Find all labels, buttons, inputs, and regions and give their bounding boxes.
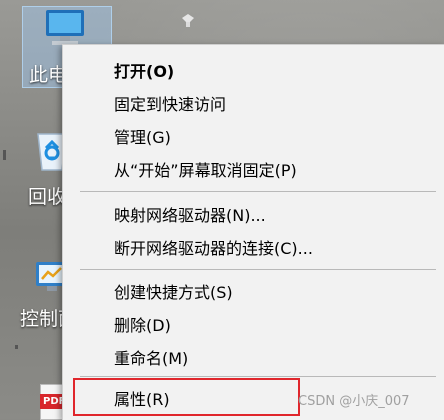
context-menu: 打开(O) 固定到快速访问 管理(G) 从“开始”屏幕取消固定(P) 映射网络驱… <box>62 44 444 420</box>
menu-item-label: 断开网络驱动器的连接(C)... <box>114 239 313 258</box>
desktop-dot <box>15 345 18 349</box>
menu-item-label: 管理(G) <box>114 128 171 147</box>
menu-separator <box>80 269 436 270</box>
menu-item-label: 创建快捷方式(S) <box>114 283 233 302</box>
menu-item-label: 打开(O) <box>114 62 175 81</box>
menu-item-label: 从“开始”屏幕取消固定(P) <box>114 161 297 180</box>
menu-item-open[interactable]: 打开(O) <box>63 55 444 89</box>
menu-item-label: 删除(D) <box>114 316 171 335</box>
menu-item-pin-quick-access[interactable]: 固定到快速访问 <box>63 88 444 122</box>
properties-highlight-box <box>73 378 300 416</box>
menu-item-label: 重命名(M) <box>114 349 189 368</box>
menu-item-label: 映射网络驱动器(N)... <box>114 206 266 225</box>
menu-item-map-network-drive[interactable]: 映射网络驱动器(N)... <box>63 199 444 233</box>
recycle-bin-label: 回收 <box>28 186 67 208</box>
menu-item-manage[interactable]: 管理(G) <box>63 121 444 155</box>
monitor-icon <box>46 10 84 45</box>
menu-item-delete[interactable]: 删除(D) <box>63 309 444 343</box>
menu-item-disconnect-network-drive[interactable]: 断开网络驱动器的连接(C)... <box>63 232 444 266</box>
desktop-dot <box>3 150 6 160</box>
menu-item-unpin-start[interactable]: 从“开始”屏幕取消固定(P) <box>63 154 444 188</box>
menu-item-create-shortcut[interactable]: 创建快捷方式(S) <box>63 276 444 310</box>
menu-item-label: 固定到快速访问 <box>114 95 227 114</box>
menu-item-rename[interactable]: 重命名(M) <box>63 342 444 376</box>
watermark: CSDN @小庆_007 <box>298 394 410 409</box>
desktop-decoration-icon <box>182 14 194 27</box>
menu-separator <box>80 376 436 377</box>
menu-separator <box>80 191 436 192</box>
